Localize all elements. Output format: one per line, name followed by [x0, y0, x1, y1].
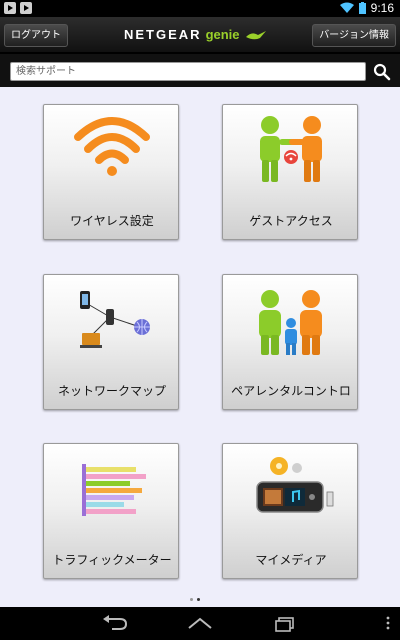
tile-label: ワイヤレス設定 [70, 214, 154, 228]
main-dashboard: ワイヤレス設定 ゲストアクセス ネットワークマップ ペアレンタルコントロ トラフ… [0, 87, 400, 607]
recent-apps-icon[interactable] [270, 612, 300, 634]
tile-label: トラフィックメーター [52, 553, 172, 567]
page-dot-active [197, 598, 200, 601]
tile-traffic-meter[interactable]: トラフィックメーター [43, 443, 179, 579]
guest-access-icon [260, 116, 322, 182]
page-dot [190, 598, 193, 601]
app-header: ログアウト NETGEAR genie バージョン情報 [0, 17, 400, 53]
page-indicator [190, 598, 200, 601]
version-info-button[interactable]: バージョン情報 [312, 24, 396, 47]
network-map-icon [80, 291, 150, 348]
clock: 9:16 [370, 1, 394, 15]
logout-button[interactable]: ログアウト [4, 24, 68, 47]
search-input[interactable] [10, 62, 366, 81]
traffic-meter-icon [82, 464, 146, 516]
genie-lamp-icon [245, 30, 266, 39]
back-icon[interactable] [100, 612, 130, 634]
tile-label: ゲストアクセス [249, 214, 333, 228]
tile-label: ペアレンタルコントロ [231, 384, 351, 398]
tile-my-media[interactable]: マイメディア [222, 443, 358, 579]
notification-icons [4, 2, 32, 14]
home-icon[interactable] [185, 612, 215, 634]
system-navigation-bar [0, 607, 400, 640]
search-icon[interactable] [373, 63, 391, 81]
status-bar: 9:16 [0, 0, 400, 17]
parental-control-icon [259, 290, 322, 355]
tile-label: ネットワークマップ [57, 384, 166, 398]
tile-label: マイメディア [255, 553, 327, 567]
wifi-signal-icon [339, 2, 354, 13]
my-media-icon [256, 457, 334, 513]
tile-network-map[interactable]: ネットワークマップ [43, 274, 179, 410]
brand-suffix: genie [205, 27, 240, 42]
search-bar [0, 54, 400, 87]
play-notification-icon [20, 2, 32, 14]
netgear-genie-logo: NETGEAR genie [124, 27, 268, 42]
brand-name: NETGEAR [124, 27, 202, 42]
tile-wireless-settings[interactable]: ワイヤレス設定 [43, 104, 179, 240]
overflow-menu-icon[interactable] [384, 612, 392, 634]
wifi-icon [74, 117, 150, 176]
tile-parental-control[interactable]: ペアレンタルコントロ [222, 274, 358, 410]
play-notification-icon [4, 2, 16, 14]
battery-icon [358, 2, 366, 14]
tile-guest-access[interactable]: ゲストアクセス [222, 104, 358, 240]
